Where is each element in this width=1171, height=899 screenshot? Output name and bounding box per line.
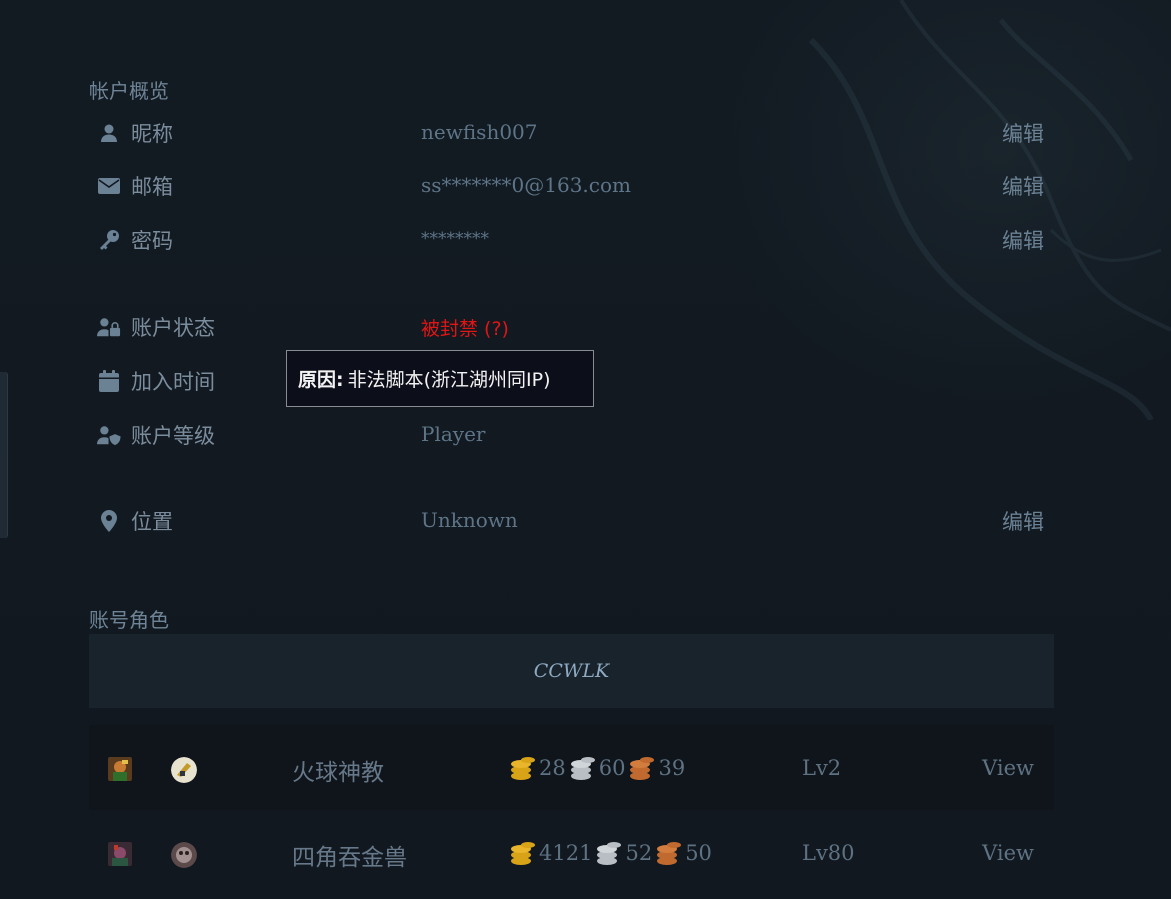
account-level-label: 账户等级 (131, 424, 215, 448)
key-icon (97, 229, 121, 251)
copper-amount: 39 (658, 756, 686, 780)
email-row: 邮箱 ss*******0@163.com 编辑 (89, 165, 1049, 205)
edit-location-link[interactable]: 编辑 (1002, 506, 1044, 536)
location-row: 位置 Unknown 编辑 (89, 500, 1049, 540)
side-scroll-tab[interactable] (0, 372, 8, 538)
password-row: 密码 ******** 编辑 (89, 219, 1049, 259)
join-date-label: 加入时间 (131, 370, 215, 394)
character-level: Lv2 (802, 756, 842, 780)
silver-amount: 60 (598, 756, 626, 780)
gold-amount: 28 (539, 756, 566, 780)
character-avatar (108, 757, 132, 781)
location-label: 位置 (131, 510, 173, 534)
account-overview-title: 帐户概览 (89, 79, 169, 103)
password-value: ******** (421, 229, 489, 249)
account-status-label: 账户状态 (131, 316, 215, 340)
druid-class-icon (171, 842, 197, 868)
account-level-value: Player (421, 422, 486, 446)
map-marker-icon (97, 510, 121, 532)
realm-name: CCWLK (533, 660, 610, 682)
character-name: 火球神教 (292, 760, 384, 786)
gold-coin-icon (511, 842, 535, 865)
edit-password-link[interactable]: 编辑 (1002, 225, 1044, 255)
account-status-value[interactable]: 被封禁 (?) (421, 314, 509, 341)
user-shield-icon (97, 424, 121, 446)
nickname-label: 昵称 (131, 122, 173, 146)
edit-email-link[interactable]: 编辑 (1002, 171, 1044, 201)
character-row: 火球神教 28 60 39 Lv2 View (89, 725, 1054, 810)
password-label: 密码 (131, 229, 173, 253)
character-row: 四角吞金兽 4121 52 50 Lv80 View (89, 810, 1054, 895)
silver-amount: 52 (625, 841, 653, 865)
copper-coin-icon (657, 842, 682, 865)
view-character-link[interactable]: View (982, 756, 1034, 780)
character-name: 四角吞金兽 (292, 845, 407, 871)
ban-reason-label: 原因: (298, 369, 344, 391)
character-money: 28 60 39 (510, 755, 689, 781)
gold-amount: 4121 (539, 841, 593, 865)
location-value: Unknown (421, 508, 518, 532)
view-character-link[interactable]: View (982, 841, 1034, 865)
account-status-row: 账户状态 被封禁 (?) (89, 306, 1049, 346)
character-money: 4121 52 50 (510, 840, 716, 866)
realm-header: CCWLK (89, 634, 1054, 708)
character-avatar (108, 842, 132, 866)
ban-reason-text: 非法脚本(浙江湖州同IP) (347, 369, 551, 391)
nickname-row: 昵称 newfish007 编辑 (89, 112, 1049, 152)
background-artwork (808, 0, 1171, 420)
user-lock-icon (97, 316, 121, 338)
copper-coin-icon (630, 757, 655, 780)
characters-title: 账号角色 (89, 608, 169, 632)
edit-nickname-link[interactable]: 编辑 (1002, 118, 1044, 148)
calendar-icon (97, 370, 121, 392)
ban-reason-tooltip: 原因: 非法脚本(浙江湖州同IP) (286, 350, 594, 407)
character-level: Lv80 (802, 841, 855, 865)
email-value: ss*******0@163.com (421, 173, 631, 197)
copper-amount: 50 (685, 841, 712, 865)
account-level-row: 账户等级 Player (89, 414, 1049, 454)
nickname-value: newfish007 (421, 120, 538, 144)
user-icon (97, 122, 121, 144)
mage-class-icon (171, 757, 197, 783)
email-label: 邮箱 (131, 175, 173, 199)
silver-coin-icon (597, 842, 622, 865)
envelope-icon (97, 175, 121, 197)
gold-coin-icon (511, 757, 535, 780)
silver-coin-icon (570, 757, 595, 780)
